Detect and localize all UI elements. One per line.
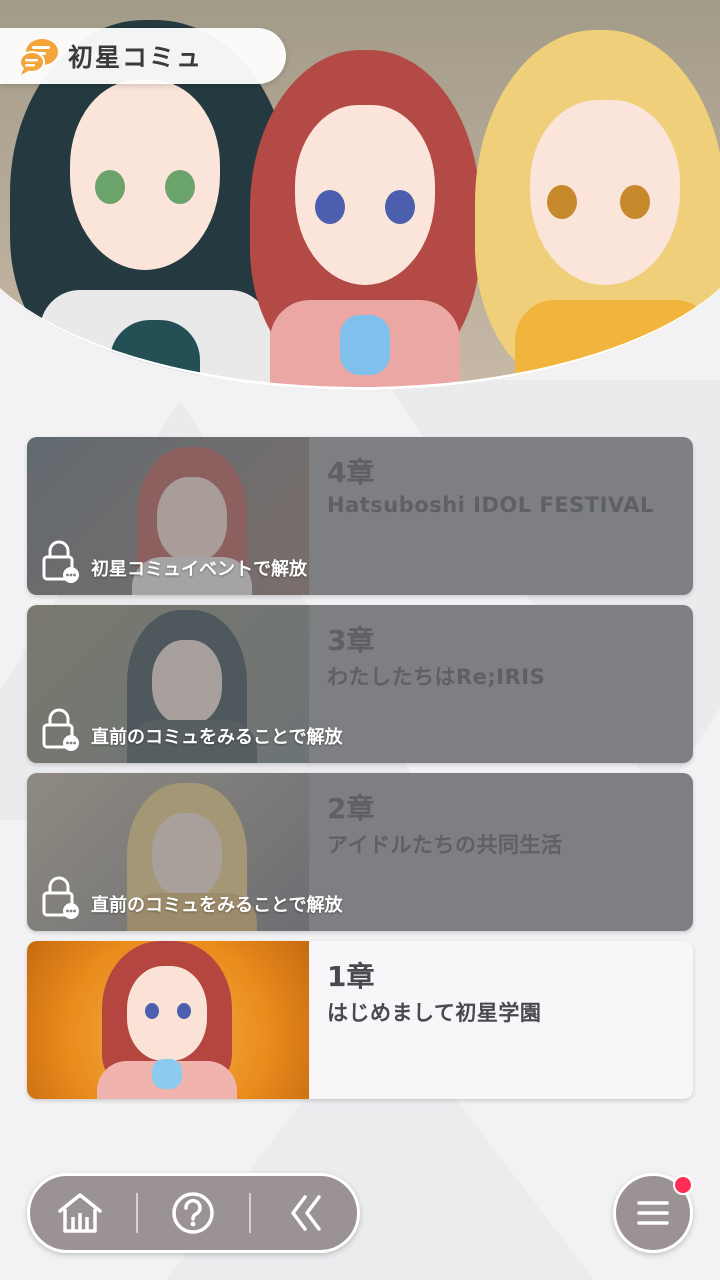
- help-button[interactable]: [148, 1183, 238, 1243]
- chapter-number: 2章: [327, 792, 375, 825]
- chapter-number: 3章: [327, 624, 375, 657]
- bottom-nav: [27, 1173, 360, 1253]
- help-icon: [172, 1192, 215, 1234]
- chapter-card-3[interactable]: 3章 わたしたちはRe;IRIS 直前のコミュをみることで解放: [27, 605, 693, 763]
- nav-divider: [249, 1193, 252, 1233]
- unlock-condition: 直前のコミュをみることで解放: [91, 727, 343, 748]
- chapter-card-4[interactable]: 4章 Hatsuboshi IDOL FESTIVAL 初星コミュイベントで解放: [27, 437, 693, 595]
- chapter-title: アイドルたちの共同生活: [327, 833, 563, 857]
- back-chevrons-icon: [290, 1195, 321, 1231]
- character-red-hair: [250, 50, 480, 390]
- nav-divider: [135, 1193, 138, 1233]
- chapter-title: わたしたちはRe;IRIS: [327, 665, 546, 689]
- home-button[interactable]: [35, 1183, 125, 1243]
- menu-icon: [637, 1201, 669, 1225]
- chapter-number: 1章: [327, 960, 375, 993]
- header-banner: 初星コミュ: [0, 0, 720, 395]
- chapter-thumbnail: [27, 941, 309, 1099]
- chapter-title: Hatsuboshi IDOL FESTIVAL: [327, 493, 654, 517]
- lock-icon: [42, 708, 79, 751]
- chapter-card-1[interactable]: 1章 はじめまして初星学園: [27, 941, 693, 1099]
- unlock-condition: 直前のコミュをみることで解放: [91, 895, 343, 916]
- screen-title-pill: 初星コミュ: [0, 28, 286, 84]
- lock-icon: [42, 876, 79, 919]
- back-button[interactable]: [262, 1183, 352, 1243]
- chapter-number: 4章: [327, 456, 375, 489]
- home-icon: [58, 1193, 103, 1233]
- lock-icon: [42, 540, 79, 583]
- chat-bubbles-icon: [19, 39, 58, 75]
- page-title: 初星コミュ: [68, 43, 204, 72]
- notification-dot: [673, 1175, 693, 1195]
- chapter-card-2[interactable]: 2章 アイドルたちの共同生活 直前のコミュをみることで解放: [27, 773, 693, 931]
- unlock-condition: 初星コミュイベントで解放: [91, 559, 307, 580]
- character-blonde: [475, 30, 720, 390]
- chapter-title: はじめまして初星学園: [327, 1001, 542, 1025]
